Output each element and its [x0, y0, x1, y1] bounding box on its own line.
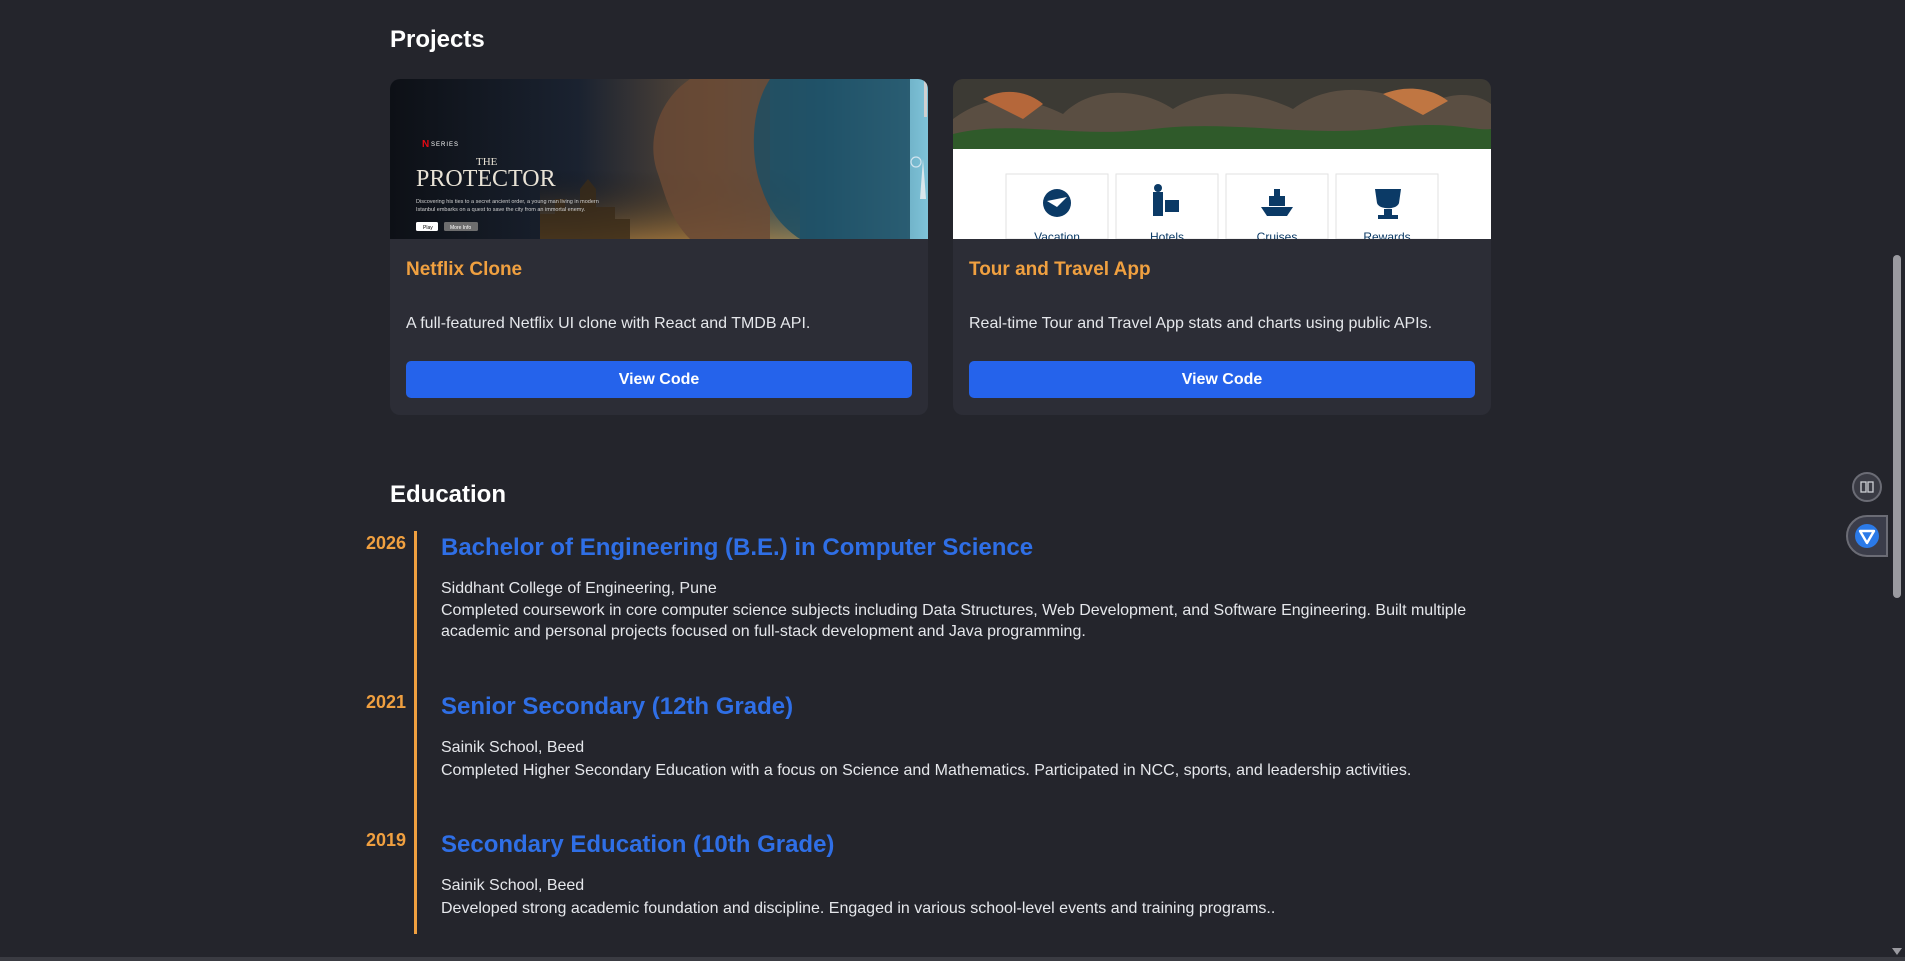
bottom-edge	[0, 957, 1905, 961]
view-code-button-tour[interactable]: View Code	[969, 361, 1475, 398]
netflix-thumbnail: N SERIES THE PROTECTOR Discovering his t…	[390, 79, 928, 239]
extension-logo-icon	[1855, 524, 1879, 548]
education-year: 2026	[366, 533, 407, 553]
netflix-thumbnail-image: N SERIES THE PROTECTOR Discovering his t…	[390, 79, 928, 239]
svg-text:Discovering his ties to a secr: Discovering his ties to a secret ancient…	[416, 199, 599, 205]
extension-icon[interactable]	[1846, 515, 1888, 557]
project-card-tour: Vacation Hotels Cruises Rewards Tour and…	[953, 79, 1491, 415]
projects-heading: Projects	[390, 26, 485, 53]
scroll-down-arrow-icon[interactable]	[1892, 948, 1902, 955]
scrollbar-thumb[interactable]	[1893, 255, 1901, 598]
education-year: 2019	[366, 830, 407, 850]
view-code-button-netflix[interactable]: View Code	[406, 361, 912, 398]
svg-text:Istanbul embarks on a quest to: Istanbul embarks on a quest to save the …	[416, 207, 586, 213]
education-description: Completed Higher Secondary Education wit…	[441, 762, 1412, 779]
project-description: Real-time Tour and Travel App stats and …	[969, 315, 1433, 332]
svg-text:PROTECTOR: PROTECTOR	[416, 166, 556, 192]
education-degree: Bachelor of Engineering (B.E.) in Comput…	[441, 534, 1034, 561]
reader-icon[interactable]	[1852, 472, 1882, 502]
project-title: Netflix Clone	[406, 259, 523, 280]
project-description: A full-featured Netflix UI clone with Re…	[406, 315, 811, 332]
scrollbar[interactable]	[1889, 0, 1905, 961]
education-school: Sainik School, Beed	[441, 739, 585, 756]
education-school: Siddhant College of Engineering, Pune	[441, 580, 717, 597]
education-description: Developed strong academic foundation and…	[441, 900, 1276, 917]
svg-text:Play: Play	[423, 225, 433, 231]
project-title: Tour and Travel App	[969, 259, 1151, 280]
project-card-netflix: N SERIES THE PROTECTOR Discovering his t…	[390, 79, 928, 415]
svg-text:SERIES: SERIES	[431, 142, 459, 148]
education-degree: Senior Secondary (12th Grade)	[441, 693, 794, 720]
education-description: Completed coursework in core computer sc…	[441, 602, 1467, 640]
tour-thumbnail-image: Vacation Hotels Cruises Rewards	[953, 79, 1491, 239]
svg-text:More Info: More Info	[450, 225, 471, 231]
svg-text:Hotels: Hotels	[1150, 230, 1184, 239]
education-school: Sainik School, Beed	[441, 877, 585, 894]
svg-text:Rewards: Rewards	[1363, 230, 1410, 239]
education-heading: Education	[390, 481, 507, 508]
svg-text:Cruises: Cruises	[1257, 230, 1298, 239]
book-icon	[1860, 481, 1874, 493]
education-degree: Secondary Education (10th Grade)	[441, 831, 835, 858]
timeline-line	[414, 531, 417, 934]
education-year: 2021	[366, 692, 407, 712]
tour-thumbnail: Vacation Hotels Cruises Rewards	[953, 79, 1491, 239]
svg-text:Vacation: Vacation	[1034, 230, 1080, 239]
svg-text:N: N	[422, 139, 429, 150]
